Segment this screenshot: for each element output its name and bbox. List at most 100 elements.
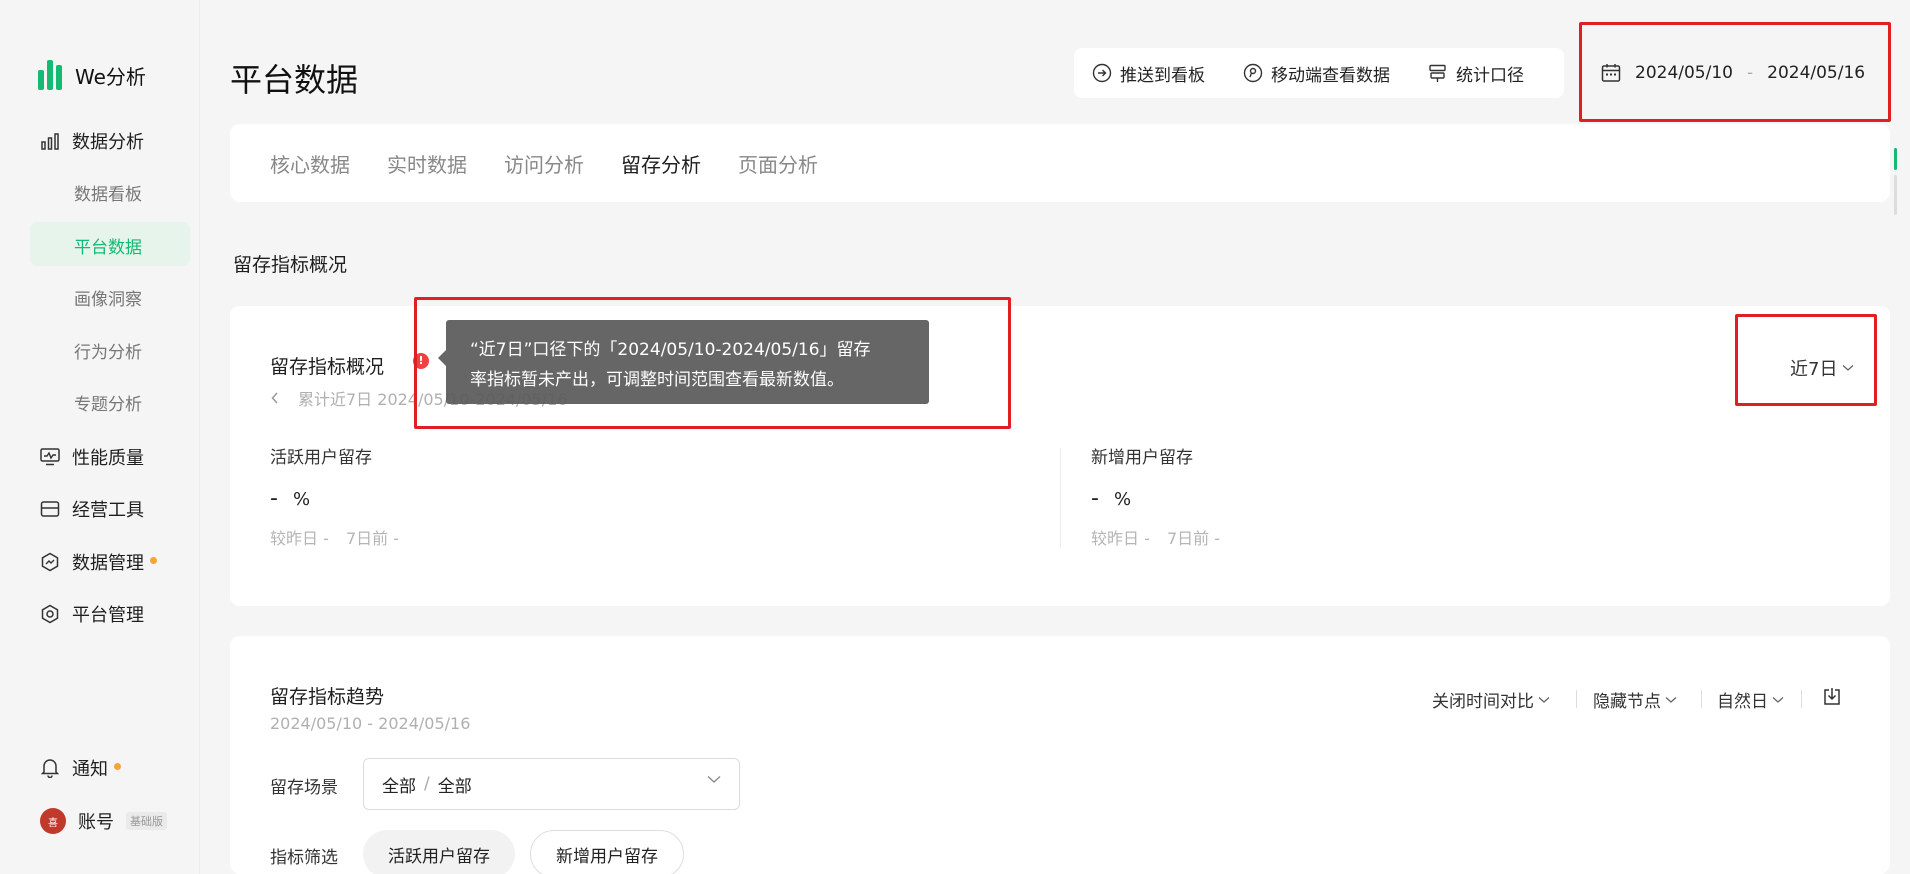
chevron-down-icon	[707, 776, 721, 783]
new-users-vs-yesterday: 较昨日 -	[1091, 529, 1150, 548]
download-button[interactable]	[1822, 687, 1842, 707]
sidebar-item-dashboard[interactable]: 数据看板	[74, 180, 142, 205]
nav-platform-management-label: 平台管理	[72, 605, 144, 626]
metric-divider	[1060, 448, 1061, 548]
natural-day-label: 自然日	[1717, 692, 1768, 712]
tab-core-data[interactable]: 核心数据	[270, 149, 350, 178]
active-users-compare: 较昨日 - 7日前 -	[270, 525, 399, 549]
scene-select[interactable]: 全部 / 全部	[363, 758, 740, 810]
chip-new-users[interactable]: 新增用户留存	[530, 830, 684, 874]
nav-account[interactable]: 喜 账号 基础版	[40, 808, 167, 834]
arrow-circle-icon	[1092, 63, 1112, 83]
scene-value-a: 全部	[382, 776, 416, 797]
avatar: 喜	[40, 808, 66, 834]
nav-operations-label: 经营工具	[72, 500, 144, 521]
date-start[interactable]: 2024/05/10	[1635, 63, 1733, 83]
range-select[interactable]: 近7日	[1790, 355, 1854, 381]
new-users-label: 新增用户留存	[1091, 448, 1193, 468]
new-users-vs-7days: 7日前 -	[1166, 529, 1221, 548]
scene-value-b: 全部	[437, 776, 472, 797]
settings-hexagon-icon	[40, 604, 60, 624]
nav-data-management[interactable]: 数据管理	[40, 549, 157, 575]
nav-notifications-label: 通知	[72, 759, 108, 780]
date-separator: -	[1746, 63, 1754, 83]
nav-performance-label: 性能质量	[72, 448, 144, 469]
monitor-icon	[40, 447, 60, 467]
stat-scope-label: 统计口径	[1456, 65, 1524, 86]
mobile-view-label: 移动端查看数据	[1271, 65, 1390, 86]
chevron-left-icon[interactable]	[270, 391, 280, 405]
active-users-value: - %	[270, 486, 310, 511]
active-users-vs-yesterday: 较昨日 -	[270, 529, 329, 548]
warning-tooltip: “近7日”口径下的「2024/05/10-2024/05/16」留存 率指标暂未…	[438, 320, 929, 404]
hide-nodes-dropdown[interactable]: 隐藏节点	[1593, 687, 1677, 712]
chevron-down-icon	[1665, 696, 1677, 703]
nav-data-management-label: 数据管理	[72, 553, 144, 574]
push-dashboard-button[interactable]: 推送到看板	[1092, 61, 1205, 86]
toolbar-divider	[1576, 690, 1577, 708]
tab-page-analysis[interactable]: 页面分析	[738, 149, 818, 178]
tooltip-line-1: “近7日”口径下的「2024/05/10-2024/05/16」留存	[470, 340, 871, 360]
active-users-value-num: -	[270, 486, 278, 511]
toolbar-divider	[1701, 690, 1702, 708]
sidebar-item-topic[interactable]: 专题分析	[74, 390, 142, 415]
hide-nodes-label: 隐藏节点	[1593, 692, 1661, 712]
range-select-value: 近7日	[1790, 359, 1838, 380]
mobile-view-button[interactable]: 移动端查看数据	[1243, 61, 1390, 86]
natural-day-dropdown[interactable]: 自然日	[1717, 687, 1784, 712]
chevron-down-icon	[1843, 365, 1854, 371]
nav-operations[interactable]: 经营工具	[40, 496, 144, 522]
nav-platform-management[interactable]: 平台管理	[40, 601, 144, 627]
nav-account-label: 账号	[78, 812, 114, 833]
chevron-down-icon	[1772, 696, 1784, 703]
active-users-label: 活跃用户留存	[270, 448, 372, 468]
trend-hexagon-icon	[40, 552, 60, 572]
nav-data-analysis[interactable]: 数据分析	[40, 128, 144, 154]
link-circle-icon	[1243, 63, 1263, 83]
overview-card-title: 留存指标概况	[270, 356, 385, 378]
new-users-value: - %	[1091, 486, 1131, 511]
tab-bar: 核心数据 实时数据 访问分析 留存分析 页面分析	[230, 124, 1890, 202]
date-end[interactable]: 2024/05/16	[1767, 63, 1865, 83]
nav-data-analysis-label: 数据分析	[72, 132, 144, 153]
nav-notifications[interactable]: 通知	[40, 755, 121, 781]
bell-icon	[40, 758, 60, 778]
calendar-icon	[1601, 64, 1621, 82]
trend-date-range: 2024/05/10 - 2024/05/16	[270, 714, 471, 733]
section-heading: 留存指标概况	[233, 254, 348, 276]
scrollbar-thumb[interactable]	[1894, 148, 1897, 170]
toolbox-icon	[40, 499, 60, 519]
app-logo[interactable]: We分析	[38, 60, 146, 90]
scrollbar-track[interactable]	[1894, 175, 1897, 215]
toolbar-divider	[1801, 690, 1802, 708]
warning-icon[interactable]: !	[413, 353, 429, 369]
signpost-icon	[1429, 64, 1446, 82]
tab-realtime-data[interactable]: 实时数据	[387, 149, 467, 178]
active-users-vs-7days: 7日前 -	[345, 529, 400, 548]
new-users-compare: 较昨日 - 7日前 -	[1091, 525, 1220, 549]
nav-performance[interactable]: 性能质量	[40, 444, 144, 470]
close-compare-dropdown[interactable]: 关闭时间对比	[1432, 687, 1550, 712]
filter-label: 指标筛选	[270, 848, 338, 868]
download-icon	[1824, 688, 1840, 705]
tab-visit-analysis[interactable]: 访问分析	[504, 149, 584, 178]
sidebar: We分析 数据分析 数据看板 平台数据 画像洞察 行为分析 专题分析 性能质量 …	[0, 0, 200, 874]
date-range-picker[interactable]: 2024/05/10 - 2024/05/16	[1585, 48, 1885, 98]
tab-retention-analysis[interactable]: 留存分析	[621, 149, 701, 178]
close-compare-label: 关闭时间对比	[1432, 692, 1534, 712]
notification-dot	[114, 762, 121, 770]
plan-badge: 基础版	[126, 812, 167, 830]
sidebar-item-portrait[interactable]: 画像洞察	[74, 285, 142, 310]
sidebar-item-platform[interactable]: 平台数据	[74, 233, 142, 258]
chevron-down-icon	[1538, 696, 1550, 703]
notification-dot	[150, 556, 157, 564]
tooltip-line-2: 率指标暂未产出，可调整时间范围查看最新数值。	[470, 370, 844, 390]
trend-card-title: 留存指标趋势	[270, 686, 385, 708]
scene-value-sep: /	[424, 774, 430, 794]
stat-scope-button[interactable]: 统计口径	[1428, 61, 1524, 86]
chip-active-users[interactable]: 活跃用户留存	[363, 830, 515, 874]
new-users-value-num: -	[1091, 486, 1099, 511]
new-users-unit: %	[1113, 489, 1132, 510]
sidebar-item-behavior[interactable]: 行为分析	[74, 338, 142, 363]
page-title: 平台数据	[230, 61, 359, 99]
